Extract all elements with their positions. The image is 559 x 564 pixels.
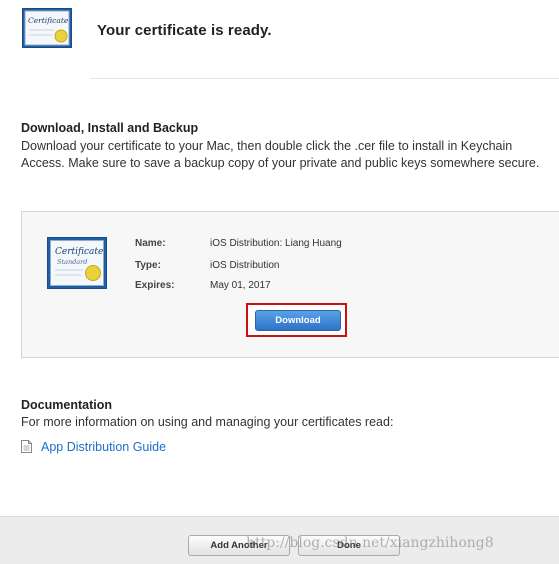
documentation-body: For more information on using and managi… — [21, 415, 394, 429]
type-value: iOS Distribution — [210, 260, 280, 271]
documentation-title: Documentation — [21, 398, 112, 412]
watermark-text: http://blog.csdn.net/xiangzhihong8 — [246, 535, 494, 551]
page-title: Your certificate is ready. — [97, 22, 272, 39]
instructions-title: Download, Install and Backup — [21, 121, 199, 135]
certificate-icon: Certificate — [22, 8, 72, 48]
header-divider — [90, 78, 559, 79]
instructions-body: Download your certificate to your Mac, t… — [21, 139, 540, 170]
svg-text:Standard: Standard — [57, 258, 87, 266]
expires-label: Expires: — [135, 280, 175, 291]
name-value: iOS Distribution: Liang Huang — [210, 238, 342, 249]
app-distribution-guide-link[interactable]: App Distribution Guide — [41, 440, 166, 454]
name-label: Name: — [135, 238, 166, 249]
download-button[interactable]: Download — [255, 310, 341, 331]
svg-text:Certificate: Certificate — [28, 16, 69, 25]
svg-text:Certificate: Certificate — [55, 247, 103, 257]
type-label: Type: — [135, 260, 161, 271]
document-icon — [21, 440, 32, 453]
expires-value: May 01, 2017 — [210, 280, 271, 291]
certificate-standard-icon: Certificate Standard — [47, 237, 107, 289]
